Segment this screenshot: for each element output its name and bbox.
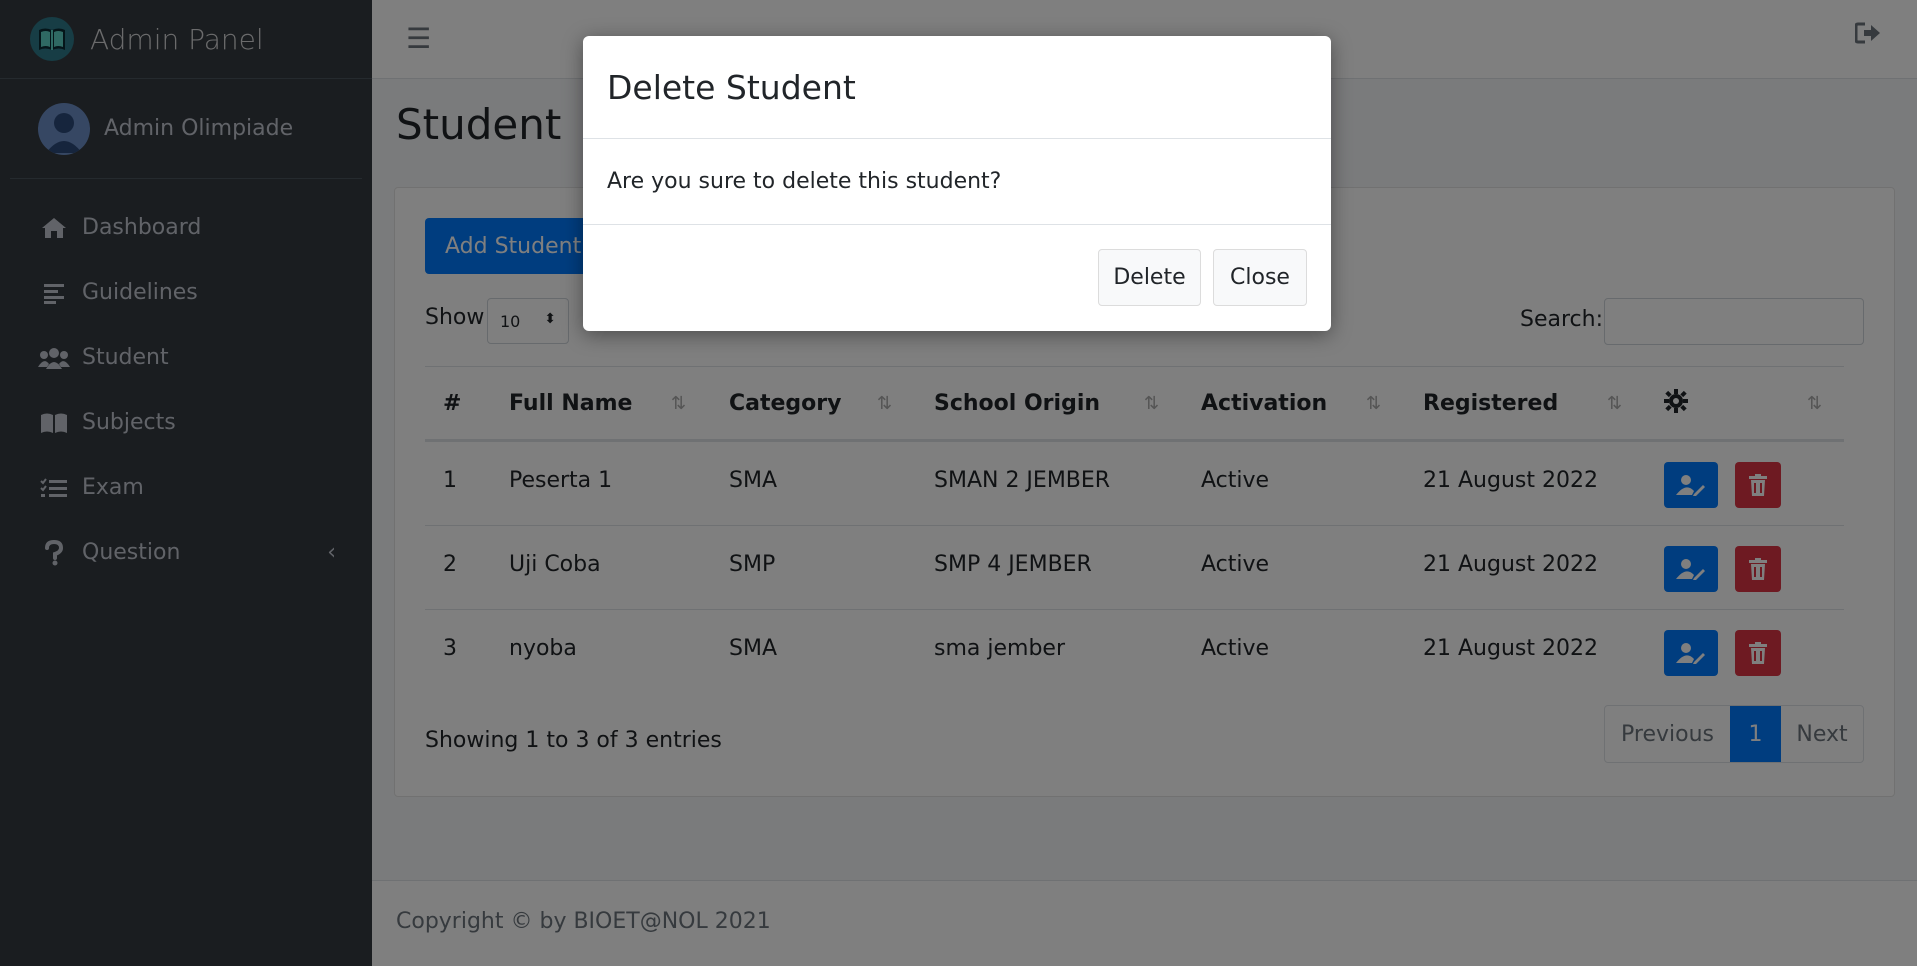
modal-header: Delete Student — [583, 36, 1331, 139]
confirm-delete-button[interactable]: Delete — [1098, 249, 1201, 306]
modal-footer: Delete Close — [583, 225, 1331, 331]
modal-body: Are you sure to delete this student? — [583, 139, 1331, 225]
modal-title: Delete Student — [607, 67, 856, 107]
delete-student-modal: Delete Student Are you sure to delete th… — [583, 36, 1331, 331]
close-button[interactable]: Close — [1213, 249, 1307, 306]
